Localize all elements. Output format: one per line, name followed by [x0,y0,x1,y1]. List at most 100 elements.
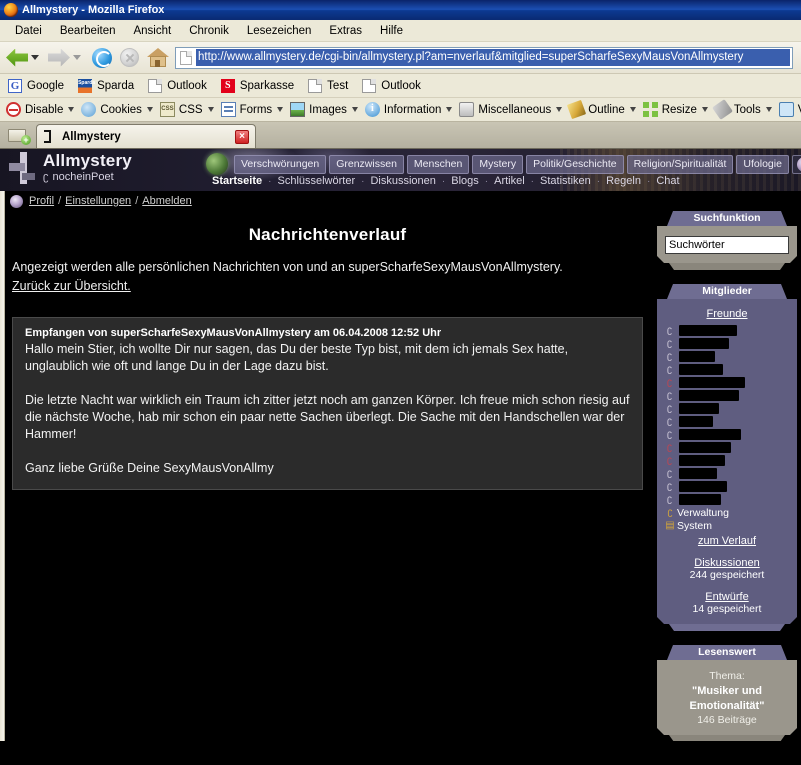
chevron-down-icon[interactable] [73,55,81,60]
chevron-down-icon[interactable] [765,107,772,112]
webdev-resize[interactable]: Resize [642,102,708,117]
webdev-disable[interactable]: Disable [6,102,75,117]
member-row[interactable]: ʗ [667,363,789,376]
member-row[interactable]: ʗ [667,467,789,480]
site-logo[interactable]: Allmystery ʗ nocheinPoet [8,151,132,185]
menu-item-lesezeichen[interactable]: Lesezeichen [238,23,321,39]
chevron-down-icon[interactable] [556,107,563,112]
member-row[interactable]: ʗ [667,389,789,402]
chevron-down-icon[interactable] [146,107,153,112]
close-icon[interactable]: × [235,129,249,144]
chevron-down-icon[interactable] [207,107,214,112]
member-name-redacted [679,468,717,479]
stop-icon[interactable] [120,48,139,67]
subnav-startseite[interactable]: Startseite [206,175,268,187]
bookmark-outlook-2[interactable]: Outlook [362,78,421,93]
category-grenzwissen[interactable]: Grenzwissen [329,154,404,174]
home-icon[interactable] [147,47,169,68]
history-link[interactable]: zum Verlauf [665,535,789,547]
category-religion-spiritualitaet[interactable]: Religion/Spiritualität [626,154,734,174]
menu-item-ansicht[interactable]: Ansicht [124,23,180,39]
discussions-link[interactable]: Diskussionen [665,557,789,569]
webdev-tools[interactable]: Tools [711,99,772,120]
back-button[interactable] [4,44,46,72]
subnav-schluesselwoerter[interactable]: Schlüsselwörter [271,175,361,187]
chevron-down-icon[interactable] [277,107,284,112]
member-name-redacted [679,390,739,401]
webdev-outline[interactable]: Outline [567,99,636,120]
forward-button[interactable] [46,44,88,72]
member-row[interactable]: ʗ [667,493,789,506]
new-tab-button[interactable]: + [6,125,32,147]
webdev-images[interactable]: Images [290,102,358,117]
menu-item-hilfe[interactable]: Hilfe [371,23,412,39]
bookmark-outlook[interactable]: Outlook [148,78,207,93]
chevron-down-icon[interactable] [68,107,75,112]
link-abmelden[interactable]: Abmelden [142,195,192,207]
allmystery-logo-icon [8,151,36,185]
bookmark-sparda[interactable]: Sparda Sparda [78,78,135,93]
webdev-miscellaneous[interactable]: Miscellaneous [459,102,563,117]
bookmark-label: Sparda [97,79,135,92]
webdev-forms[interactable]: Forms [220,102,284,117]
subnav-regeln[interactable]: Regeln [600,175,647,187]
back-to-overview-link[interactable]: Zurück zur Übersicht. [12,278,131,295]
menu-item-datei[interactable]: Datei [6,23,51,39]
menu-item-bearbeiten[interactable]: Bearbeiten [51,23,125,39]
member-row[interactable]: ʗ [667,441,789,454]
search-input[interactable] [665,236,789,254]
category-menschen[interactable]: Menschen [406,154,470,174]
category-ufologie[interactable]: Ufologie [736,154,789,174]
reload-icon[interactable] [92,47,112,68]
member-row[interactable]: ʗ [667,480,789,493]
discussions-count: 244 gespeichert [689,569,765,581]
chevron-down-icon[interactable] [701,107,708,112]
google-icon: G [8,78,22,93]
link-profil[interactable]: Profil [29,195,54,207]
member-row-system[interactable]: ▤ System [665,519,789,532]
member-row[interactable]: ʗ [667,350,789,363]
chevron-down-icon[interactable] [629,107,636,112]
member-row[interactable]: ʗ [667,428,789,441]
thema-title[interactable]: "Musiker und Emotionalität" [665,684,789,714]
tab-allmystery[interactable]: Allmystery × [36,124,256,148]
webdev-information[interactable]: i Information [364,102,453,117]
friends-link[interactable]: Freunde [665,308,789,320]
webdev-view-source[interactable]: V [778,102,801,117]
subnav-statistiken[interactable]: Statistiken [534,175,597,187]
member-row[interactable]: ʗ [667,337,789,350]
chevron-down-icon[interactable] [31,55,39,60]
bookmark-google[interactable]: G Google [8,78,64,93]
chevron-down-icon[interactable] [351,107,358,112]
subnav-chat[interactable]: Chat [650,175,685,187]
member-row[interactable]: ʗ [667,402,789,415]
member-row[interactable]: ʗ [667,415,789,428]
chevron-down-icon[interactable] [446,107,453,112]
url-bar[interactable]: http://www.allmystery.de/cgi-bin/allmyst… [175,46,793,69]
message-sender[interactable]: superScharfeSexyMausVonAllmystery [111,327,311,339]
member-row-verwaltung[interactable]: ʗ Verwaltung [665,506,789,519]
category-verschwoerungen[interactable]: Verschwörungen [234,154,327,174]
document-icon [148,78,163,93]
globe-icon [206,153,228,175]
menu-item-chronik[interactable]: Chronik [180,23,238,39]
drafts-link[interactable]: Entwürfe [665,591,789,603]
category-politik-geschichte[interactable]: Politik/Geschichte [526,154,624,174]
subnav-artikel[interactable]: Artikel [488,175,531,187]
subnav-blogs[interactable]: Blogs [445,175,485,187]
subnav-diskussionen[interactable]: Diskussionen [364,175,441,187]
member-row[interactable]: ʗ [667,454,789,467]
back-arrow-icon [6,48,28,67]
webdev-cookies[interactable]: Cookies [81,102,153,117]
bookmark-test[interactable]: Test [308,78,348,93]
menu-item-extras[interactable]: Extras [320,23,371,39]
avatar[interactable] [791,154,801,174]
webdev-css[interactable]: CSS CSS [159,102,214,117]
url-input[interactable]: http://www.allmystery.de/cgi-bin/allmyst… [196,49,790,66]
window-title: Allmystery - Mozilla Firefox [22,4,165,16]
link-einstellungen[interactable]: Einstellungen [65,195,131,207]
member-row[interactable]: ʗ [667,324,789,337]
category-mystery[interactable]: Mystery [472,154,524,174]
bookmark-sparkasse[interactable]: S Sparkasse [220,78,294,93]
member-row[interactable]: ʗ [667,376,789,389]
